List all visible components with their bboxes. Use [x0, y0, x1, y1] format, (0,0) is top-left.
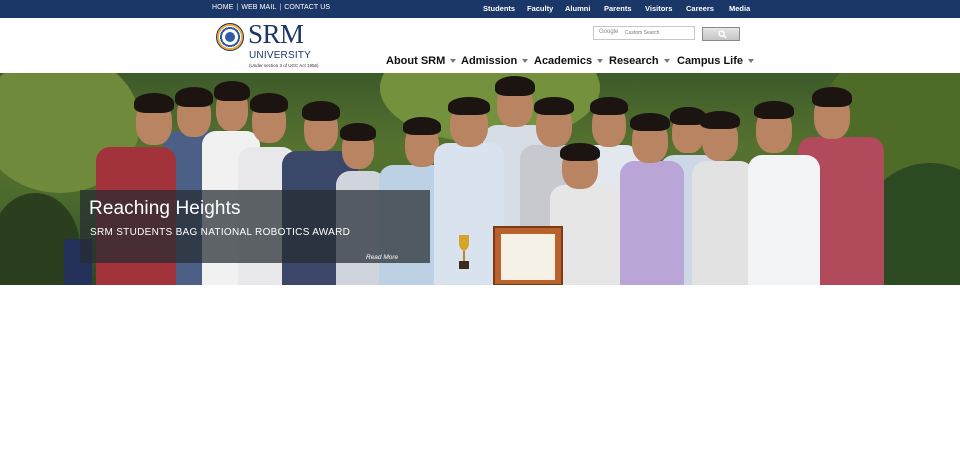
nav-academics[interactable]: Academics: [534, 55, 604, 67]
seal-center: [225, 32, 235, 42]
nav-label: Research: [609, 55, 659, 67]
nav-label: Admission: [461, 55, 518, 67]
media-link[interactable]: Media: [729, 4, 750, 13]
nav-admission[interactable]: Admission: [461, 55, 529, 67]
read-more-link[interactable]: Read More: [366, 254, 398, 261]
nav-label: About SRM: [386, 55, 446, 67]
banner-caption: Reaching Heights SRM STUDENTS BAG NATION…: [80, 190, 430, 263]
award-plaque: [493, 226, 563, 285]
caret-down-icon: [450, 59, 457, 64]
hero-banner[interactable]: Reaching Heights SRM STUDENTS BAG NATION…: [0, 73, 960, 285]
search-input[interactable]: Google Custom Search: [593, 26, 695, 40]
audience-links: Students Faculty Alumni Parents Visitors…: [0, 4, 960, 16]
logo-name[interactable]: SRM: [248, 19, 304, 50]
caret-down-icon: [663, 59, 670, 64]
nav-research[interactable]: Research: [609, 55, 670, 67]
google-brand-text: Google: [599, 29, 619, 35]
caret-down-icon: [597, 59, 604, 64]
search-placeholder: Custom Search: [625, 30, 660, 36]
award-certificate: [501, 234, 555, 280]
alumni-link[interactable]: Alumni: [565, 4, 590, 13]
parents-link[interactable]: Parents: [604, 4, 632, 13]
visitors-link[interactable]: Visitors: [645, 4, 672, 13]
banner-title: Reaching Heights: [89, 198, 241, 219]
faculty-link[interactable]: Faculty: [527, 4, 553, 13]
nav-label: Campus Life: [677, 55, 744, 67]
nav-about-srm[interactable]: About SRM: [386, 55, 457, 67]
top-bar: HOME | WEB MAIL | CONTACT US Students Facult…: [0, 0, 960, 18]
search-button[interactable]: [702, 27, 740, 41]
main-nav: About SRM Admission Academics Research C…: [0, 55, 960, 71]
banner-subtitle: SRM STUDENTS BAG NATIONAL ROBOTICS AWARD: [90, 227, 351, 238]
search-icon: [718, 30, 727, 39]
caret-down-icon: [748, 59, 755, 64]
careers-link[interactable]: Careers: [686, 4, 714, 13]
trophy-icon: [456, 233, 472, 271]
caret-down-icon: [522, 59, 529, 64]
students-link[interactable]: Students: [483, 4, 515, 13]
site-header: SRM UNIVERSITY (Under section 3 of UGC A…: [0, 18, 960, 73]
nav-label: Academics: [534, 55, 593, 67]
nav-campus-life[interactable]: Campus Life: [677, 55, 755, 67]
university-seal-logo[interactable]: [216, 23, 244, 51]
